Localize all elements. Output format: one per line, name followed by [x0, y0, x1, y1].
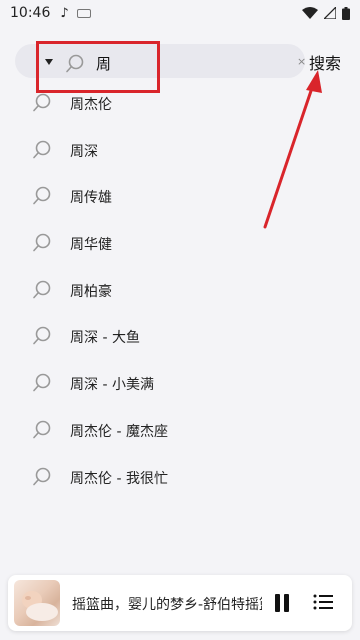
now-playing-title: 摇篮曲，婴儿的梦乡-舒伯特摇篮曲 [72, 597, 262, 613]
pause-button[interactable] [271, 592, 293, 614]
pause-bar-right [284, 594, 289, 612]
album-art-image[interactable] [14, 580, 60, 626]
mini-player[interactable]: 摇篮曲，婴儿的梦乡-舒伯特摇篮曲 [8, 575, 352, 631]
playlist-icon[interactable] [312, 591, 334, 613]
pause-bar-left [275, 594, 280, 612]
baby-photo-icon [22, 591, 58, 621]
annotation-arrow [263, 70, 322, 229]
